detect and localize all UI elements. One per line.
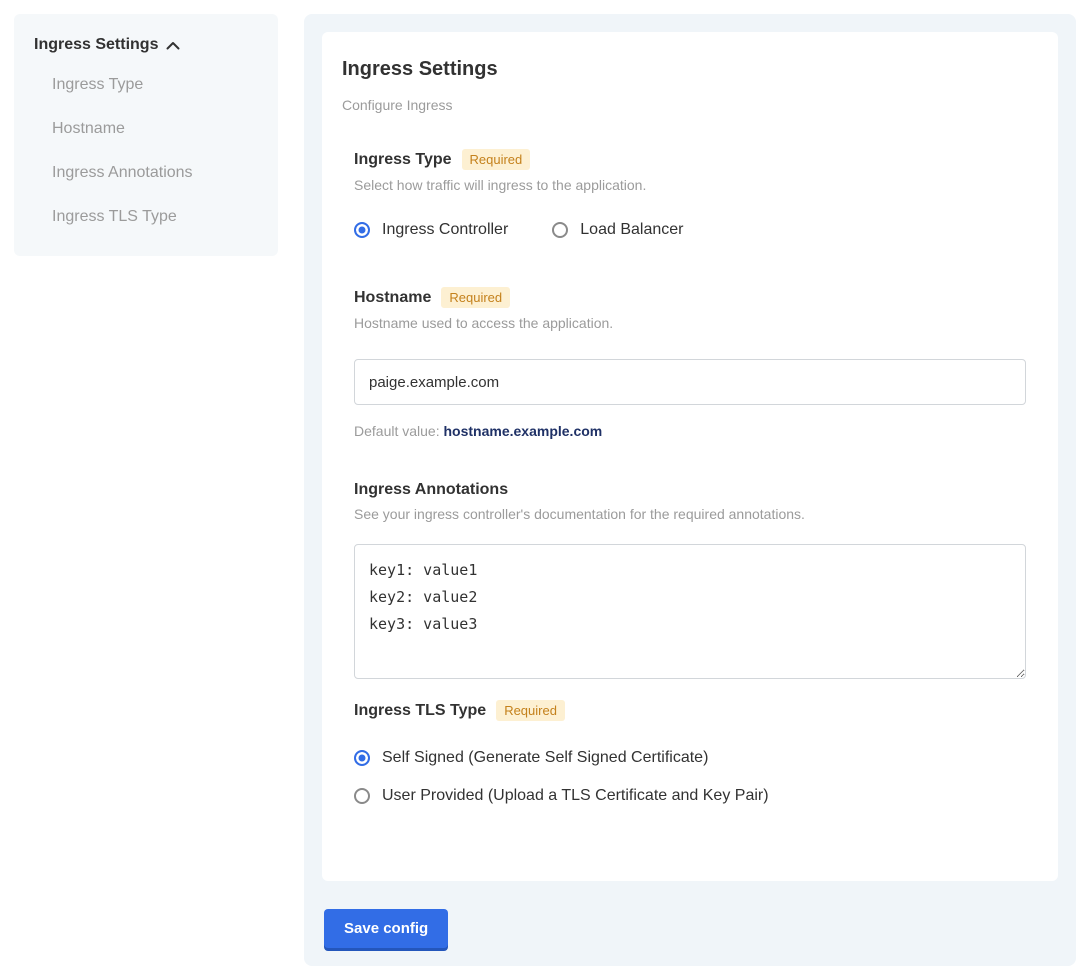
page-subtitle: Configure Ingress (342, 97, 1026, 113)
sidebar-group-ingress-settings[interactable]: Ingress Settings (34, 36, 258, 54)
annotations-help: See your ingress controller's documentat… (354, 506, 1026, 522)
sidebar-item-hostname[interactable]: Hostname (34, 120, 258, 138)
hostname-input[interactable] (354, 359, 1026, 405)
sidebar-item-ingress-tls-type[interactable]: Ingress TLS Type (34, 208, 258, 226)
radio-option-ingress-controller[interactable]: Ingress Controller (354, 221, 508, 239)
radio-label: Load Balancer (580, 221, 683, 239)
radio-label: Ingress Controller (382, 221, 508, 239)
radio-option-user-provided[interactable]: User Provided (Upload a TLS Certificate … (354, 787, 1026, 805)
self-signed-radio[interactable] (354, 750, 370, 766)
default-value: hostname.example.com (444, 423, 603, 439)
hostname-default-line: Default value: hostname.example.com (354, 423, 1026, 439)
save-config-button[interactable]: Save config (324, 909, 448, 948)
section-ingress-annotations: Ingress Annotations See your ingress con… (354, 481, 1026, 684)
config-main-panel: Ingress Settings Configure Ingress Ingre… (304, 14, 1076, 966)
page-title: Ingress Settings (342, 58, 1026, 81)
radio-label: User Provided (Upload a TLS Certificate … (382, 787, 769, 805)
hostname-label: Hostname (354, 289, 431, 307)
default-value-prefix: Default value: (354, 423, 444, 439)
sidebar-items: Ingress Type Hostname Ingress Annotation… (34, 76, 258, 226)
section-ingress-type: Ingress Type Required Select how traffic… (354, 149, 1026, 239)
radio-label: Self Signed (Generate Self Signed Certif… (382, 749, 708, 767)
sidebar-group-title: Ingress Settings (34, 36, 158, 54)
section-ingress-tls-type: Ingress TLS Type Required Self Signed (G… (354, 700, 1026, 805)
radio-option-load-balancer[interactable]: Load Balancer (552, 221, 683, 239)
required-badge: Required (462, 149, 531, 170)
config-card: Ingress Settings Configure Ingress Ingre… (322, 32, 1058, 881)
radio-option-self-signed[interactable]: Self Signed (Generate Self Signed Certif… (354, 749, 1026, 767)
hostname-help: Hostname used to access the application. (354, 315, 1026, 331)
ingress-type-label: Ingress Type (354, 151, 452, 169)
annotations-textarea[interactable]: key1: value1 key2: value2 key3: value3 (354, 544, 1026, 679)
required-badge: Required (441, 287, 510, 308)
user-provided-radio[interactable] (354, 788, 370, 804)
required-badge: Required (496, 700, 565, 721)
load-balancer-radio[interactable] (552, 222, 568, 238)
ingress-controller-radio[interactable] (354, 222, 370, 238)
ingress-type-help: Select how traffic will ingress to the a… (354, 177, 1026, 193)
chevron-up-icon (166, 41, 180, 50)
sidebar-item-ingress-annotations[interactable]: Ingress Annotations (34, 164, 258, 182)
config-nav-sidebar: Ingress Settings Ingress Type Hostname I… (14, 14, 278, 256)
annotations-label: Ingress Annotations (354, 481, 508, 499)
tls-type-label: Ingress TLS Type (354, 702, 486, 720)
section-hostname: Hostname Required Hostname used to acces… (354, 287, 1026, 439)
tls-type-radio-group: Self Signed (Generate Self Signed Certif… (354, 749, 1026, 805)
ingress-type-radio-group: Ingress Controller Load Balancer (354, 221, 1026, 239)
sidebar-item-ingress-type[interactable]: Ingress Type (34, 76, 258, 94)
